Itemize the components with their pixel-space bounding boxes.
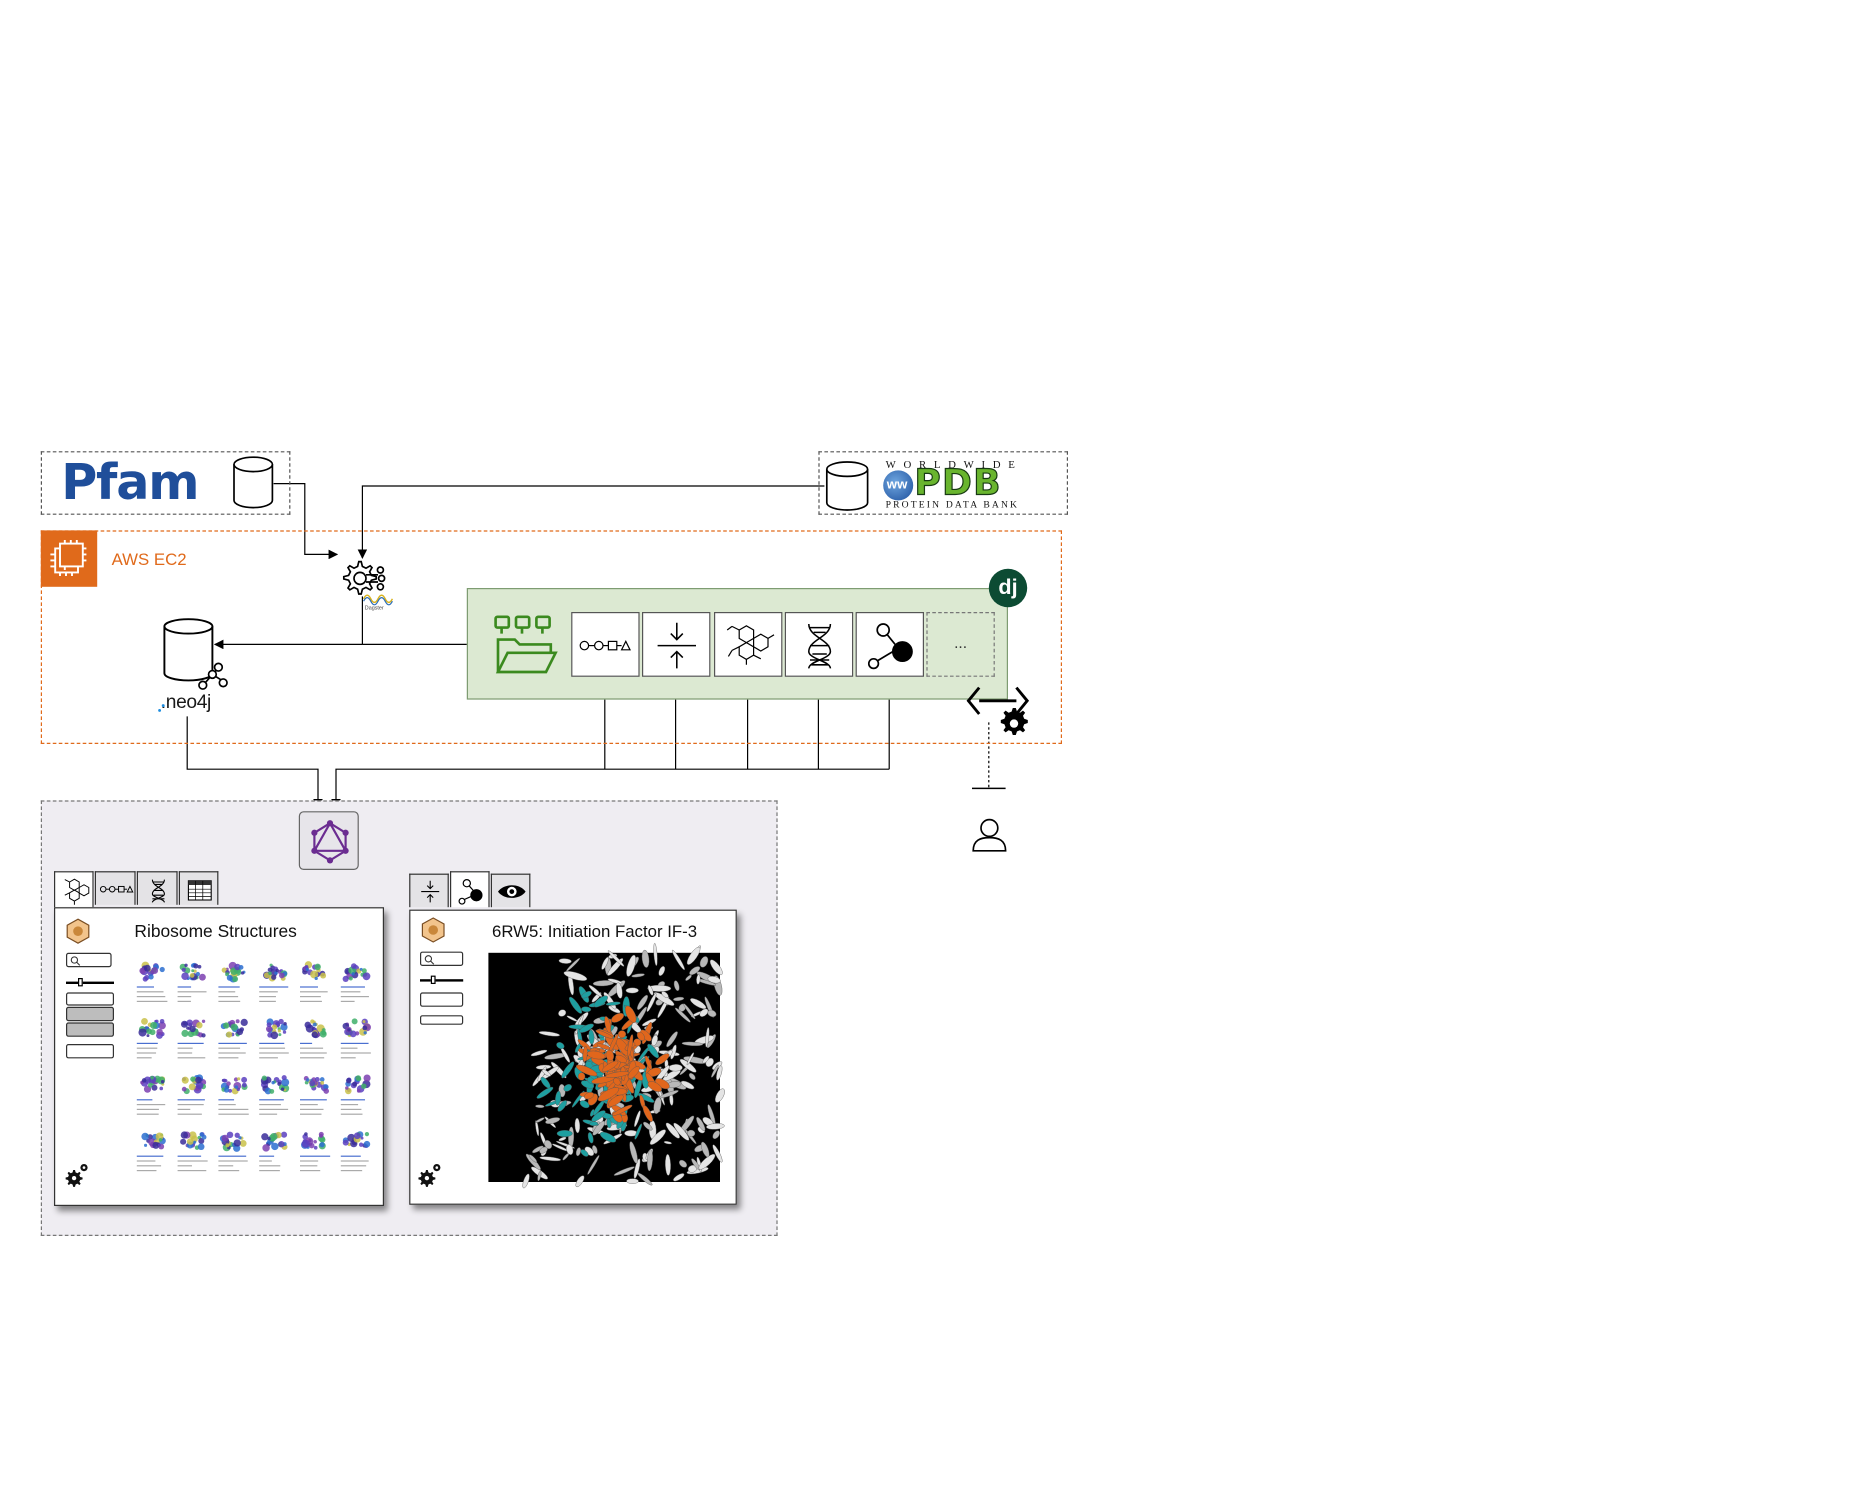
search-input[interactable]: [66, 952, 112, 968]
filter-slider[interactable]: [66, 978, 115, 987]
api-gear-icon: [966, 686, 1030, 735]
settings-gear-icon[interactable]: [65, 1163, 90, 1187]
neo4j-dots-icon: [158, 704, 165, 712]
module-molecule[interactable]: [714, 612, 783, 677]
dagster-logo-icon: [362, 594, 394, 606]
dagster-logo-text: Dagster: [364, 604, 384, 611]
tab-graph[interactable]: [450, 871, 490, 908]
django-badge-text: dj: [998, 574, 1018, 599]
neo4j-label: .neo4j: [160, 692, 212, 713]
module-sequence[interactable]: [571, 612, 640, 677]
tab-eye[interactable]: [490, 873, 531, 908]
search-icon: [70, 956, 81, 966]
structure-thumbnail[interactable]: [136, 1017, 166, 1059]
slider-handle[interactable]: [430, 975, 436, 985]
module-graph[interactable]: [855, 612, 925, 677]
module-compress[interactable]: [642, 612, 711, 677]
tab-dna[interactable]: [136, 871, 178, 905]
tab-molecule[interactable]: [54, 871, 94, 908]
structure-thumbnail[interactable]: [218, 961, 246, 1003]
graph-node-icon: [867, 623, 913, 670]
sequence-tab-icon: [99, 885, 134, 893]
structure-thumbnail[interactable]: [136, 961, 168, 1003]
structure-thumbnail[interactable]: [177, 962, 207, 1003]
eye-icon: [498, 885, 526, 898]
app-logo-icon: [66, 918, 90, 944]
pfam-logo: Pfam: [61, 453, 199, 512]
structure-thumbnail[interactable]: [259, 1075, 290, 1115]
molecule-tab-icon: [64, 878, 90, 905]
structure-thumbnail[interactable]: [218, 1131, 248, 1172]
compress-icon: [657, 622, 697, 669]
filter-button-2[interactable]: [66, 1006, 115, 1022]
structure-thumbnail[interactable]: [136, 1132, 166, 1172]
search-input[interactable]: [420, 951, 464, 967]
graph-tab-icon: [458, 879, 483, 905]
structure-thumbnail[interactable]: [259, 1131, 288, 1172]
settings-gear-icon[interactable]: [418, 1163, 443, 1187]
structure-thumbnail[interactable]: [340, 1074, 371, 1115]
slider-handle[interactable]: [78, 978, 83, 987]
structure-thumbnail[interactable]: [340, 1131, 371, 1172]
molecule-icon: [726, 625, 775, 665]
structure-thumbnail[interactable]: [136, 1075, 166, 1115]
structure-thumbnail[interactable]: [300, 1076, 330, 1115]
structure-thumbnail[interactable]: [300, 1131, 331, 1172]
dna-icon: [808, 623, 832, 669]
right-window-title: 6RW5: Initiation Factor IF-3: [492, 921, 698, 941]
dna-tab-icon: [151, 879, 165, 903]
pdb-database-icon: [825, 461, 869, 511]
filter-slider[interactable]: [420, 975, 464, 985]
app-logo-icon: [421, 917, 445, 943]
user-icon: [972, 818, 1007, 852]
search-icon: [424, 955, 435, 965]
django-badge: dj: [988, 568, 1028, 608]
pdb-bottom-text: PROTEIN DATA BANK: [885, 499, 1020, 511]
module-dna[interactable]: [784, 612, 854, 677]
folder-icon: [494, 615, 558, 674]
structure-thumbnail[interactable]: [177, 1074, 207, 1115]
aws-ec2-icon: [40, 530, 98, 587]
structure-thumbnail[interactable]: [177, 1131, 208, 1172]
pfam-database-icon: [233, 456, 274, 509]
aws-ec2-label: AWS EC2: [111, 549, 187, 569]
more-label: ...: [954, 633, 968, 652]
structure-thumbnail[interactable]: [259, 963, 289, 1003]
table-tab-icon: [187, 880, 212, 901]
structure-thumbnail[interactable]: [340, 1018, 371, 1059]
graphql-icon: [311, 820, 349, 864]
tab-sequence[interactable]: [94, 871, 136, 905]
structure-thumbnail[interactable]: [300, 1019, 327, 1059]
structure-thumbnail[interactable]: [218, 1018, 248, 1059]
neo4j-database-icon: [163, 618, 228, 690]
filter-button-1[interactable]: [420, 992, 464, 1007]
tab-compress[interactable]: [409, 873, 449, 908]
molecule-3d-viewer[interactable]: [488, 943, 725, 1189]
filter-button-3[interactable]: [66, 1022, 115, 1037]
structure-thumbnail-grid: [136, 961, 371, 1172]
tab-table[interactable]: [178, 871, 219, 905]
structure-thumbnail[interactable]: [259, 1018, 289, 1059]
module-more[interactable]: ...: [926, 612, 995, 677]
graphql-node: [298, 811, 359, 871]
sequence-icon: [579, 640, 631, 651]
filter-button-1[interactable]: [66, 992, 115, 1006]
compress-tab-icon: [421, 880, 440, 903]
filter-button-4[interactable]: [66, 1044, 115, 1059]
structure-thumbnail[interactable]: [300, 961, 328, 1003]
pdb-logo: PDB: [914, 461, 1002, 505]
structure-thumbnail[interactable]: [218, 1076, 249, 1115]
filter-button-2[interactable]: [420, 1015, 464, 1025]
structure-thumbnail[interactable]: [340, 963, 371, 1003]
structure-thumbnail[interactable]: [177, 1019, 206, 1059]
pdb-ww-text: ww: [886, 477, 908, 493]
left-window-title: Ribosome Structures: [134, 922, 297, 943]
